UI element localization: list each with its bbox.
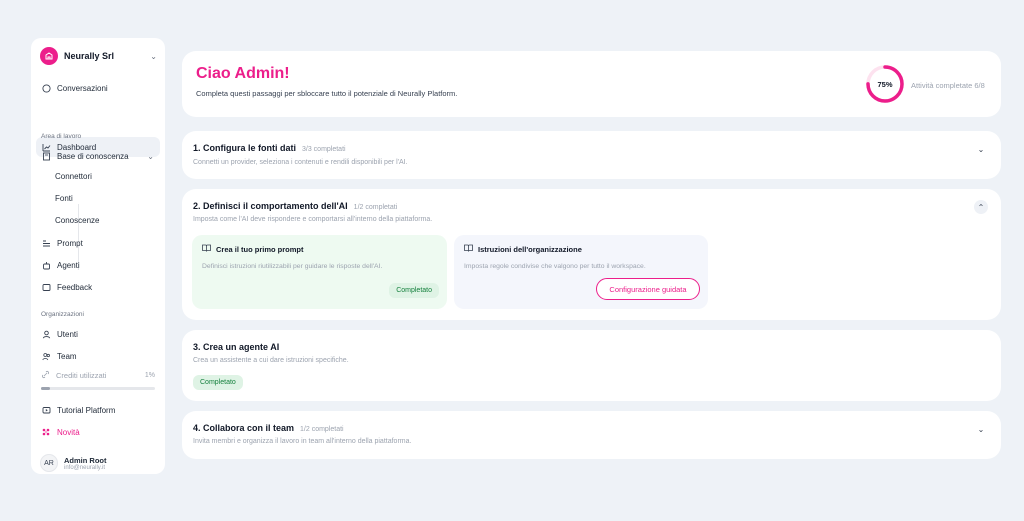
user-icon [41, 329, 51, 339]
chevron-up-icon[interactable]: ⌃ [974, 200, 988, 214]
substep-card-org-instructions[interactable]: Istruzioni dell'organizzazione Imposta r… [454, 235, 708, 309]
sidebar-item-label: Conoscenze [55, 215, 100, 225]
step-card-4[interactable]: 4. Collabora con il team 1/2 completati I… [182, 411, 1001, 459]
org-switcher[interactable]: Neurally Srl ⌄ [40, 46, 157, 66]
sidebar-item-label: Prompt [57, 238, 83, 248]
step-count: 1/2 completati [353, 204, 398, 211]
sidebar-item-utenti[interactable]: Utenti [36, 324, 160, 344]
substep-description: Imposta regole condivise che valgono per… [464, 263, 646, 270]
step-card-2[interactable]: 2. Definisci il comportamento dell'AI 1/2… [182, 189, 1001, 320]
robot-icon [41, 260, 51, 270]
step-card-3[interactable]: 3. Crea un agente AI Crea un assistente … [182, 330, 1001, 401]
substep-title: Istruzioni dell'organizzazione [478, 244, 582, 254]
progress-status: Attività completate 6/8 [911, 81, 985, 90]
sparkle-icon [41, 427, 51, 437]
sidebar-item-novita[interactable]: Novità [36, 422, 160, 442]
brand-logo-icon [40, 47, 58, 65]
sidebar-item-fonti[interactable]: Fonti [36, 188, 160, 208]
step-count: 3/3 completati [302, 146, 346, 153]
video-icon [41, 405, 51, 415]
avatar: AR [40, 454, 58, 472]
user-email: info@neurally.it [64, 464, 105, 471]
substep-title: Crea il tuo primo prompt [216, 244, 304, 254]
page-title: Ciao Admin! [196, 65, 290, 82]
org-name: Neurally Srl [64, 51, 115, 61]
step-title-text: 2. Definisci il comportamento dell'AI [193, 201, 348, 211]
chevron-down-icon[interactable]: ⌄ [974, 422, 988, 436]
sidebar-item-label: Agenti [57, 260, 80, 270]
step-description: Invita membri e organizza il lavoro in t… [193, 438, 412, 445]
chat-icon [41, 83, 51, 93]
link-icon [41, 370, 50, 381]
status-badge: Completato [389, 283, 439, 298]
sidebar-item-team[interactable]: Team [36, 346, 160, 366]
sidebar-item-label: Conversazioni [57, 83, 108, 93]
sidebar-item-prompt[interactable]: Prompt [36, 233, 160, 253]
sidebar-item-conoscenze[interactable]: Conoscenze [36, 210, 160, 230]
sidebar-item-label: Feedback [57, 282, 93, 292]
step-title: 1. Configura le fonti dati 3/3 completati [193, 143, 346, 153]
chevron-down-icon[interactable]: ⌄ [150, 52, 157, 61]
team-icon [41, 351, 51, 361]
sidebar-item-conversazioni[interactable]: Conversazioni [36, 78, 160, 98]
step-title: 3. Crea un agente AI [193, 342, 280, 352]
book-open-icon [464, 244, 473, 254]
sidebar-item-label: Fonti [55, 193, 73, 203]
sidebar-item-label: Utenti [57, 329, 78, 339]
step-card-1[interactable]: 1. Configura le fonti dati 3/3 completati… [182, 131, 1001, 179]
section-label-org: Organizzazioni [41, 311, 84, 318]
chevron-down-icon[interactable]: ⌄ [974, 142, 988, 156]
step-title-text: 1. Configura le fonti dati [193, 143, 296, 153]
credits-label: Crediti utilizzati [56, 371, 107, 380]
book-icon [41, 151, 51, 161]
guided-setup-button[interactable]: Configurazione guidata [596, 278, 700, 300]
step-description: Imposta come l'AI deve rispondere e comp… [193, 216, 433, 223]
feedback-icon [41, 282, 51, 292]
sidebar-item-agenti[interactable]: Agenti [36, 255, 160, 275]
sidebar-item-label: Connettori [55, 171, 92, 181]
progress-ring: 75% [865, 64, 905, 104]
sidebar-item-label: Novità [57, 427, 80, 437]
sidebar-item-base[interactable]: Base di conoscenza ⌄ [36, 146, 160, 166]
sidebar-item-feedback[interactable]: Feedback [36, 277, 160, 297]
credits-bar [41, 387, 155, 390]
substep-card-prompt[interactable]: Crea il tuo primo prompt Definisci istru… [192, 235, 447, 309]
substep-header: Istruzioni dell'organizzazione [464, 244, 698, 254]
chevron-down-icon[interactable]: ⌄ [147, 152, 154, 161]
step-description: Crea un assistente a cui dare istruzioni… [193, 357, 349, 364]
substep-description: Definisci istruzioni riutilizzabili per … [202, 263, 383, 270]
section-label-work: Area di lavoro [41, 133, 82, 140]
prompt-icon [41, 238, 51, 248]
substep-header: Crea il tuo primo prompt [202, 244, 437, 254]
sidebar: Neurally Srl ⌄ Conversazioni Dashboard A… [31, 38, 165, 474]
credits-row: Crediti utilizzati 1% [41, 370, 155, 381]
step-description: Connetti un provider, seleziona i conten… [193, 159, 408, 166]
progress-percent: 75% [877, 79, 893, 89]
sidebar-item-label: Base di conoscenza [57, 151, 129, 161]
user-profile[interactable]: AR Admin Root info@neurally.it [40, 452, 160, 474]
credits-bar-fill [41, 387, 51, 390]
status-badge: Completato [193, 375, 243, 390]
sidebar-item-label: Team [57, 351, 77, 361]
step-count: 1/2 completati [300, 426, 344, 433]
credits-percent: 1% [144, 372, 155, 379]
book-open-icon [202, 244, 211, 254]
page-subtitle: Completa questi passaggi per sbloccare t… [196, 89, 458, 98]
welcome-card: Ciao Admin! Completa questi passaggi per… [182, 51, 1001, 117]
step-title-text: 4. Collabora con il team [193, 423, 295, 433]
sidebar-item-connettori[interactable]: Connettori [36, 166, 160, 186]
step-title: 2. Definisci il comportamento dell'AI 1/2… [193, 201, 397, 211]
step-title: 4. Collabora con il team 1/2 completati [193, 423, 344, 433]
sidebar-item-tutorial[interactable]: Tutorial Platform [36, 400, 160, 420]
user-name: Admin Root [64, 455, 107, 465]
sidebar-item-label: Tutorial Platform [57, 405, 116, 415]
